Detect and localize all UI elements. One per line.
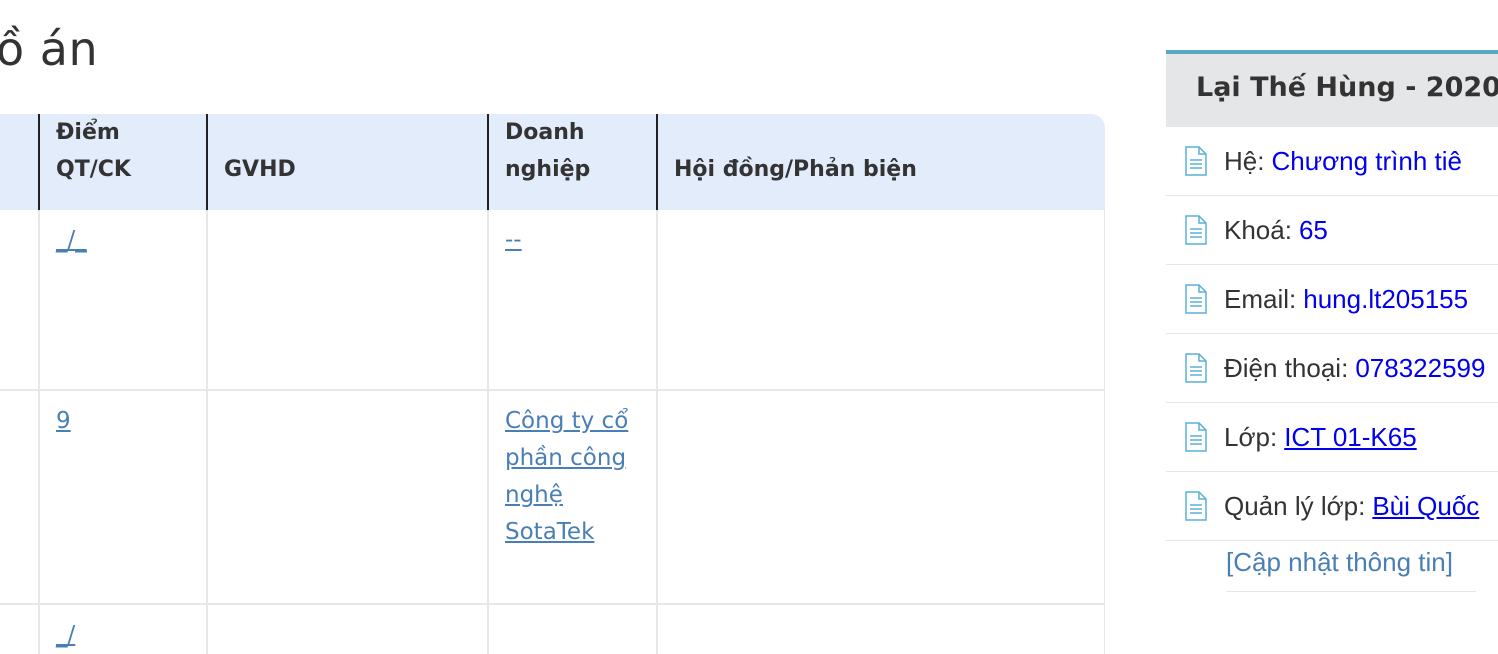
- project-table: Điểm QT/CK GVHD Doanh nghiệp Hội đồng/Ph…: [0, 114, 1105, 654]
- table-cell: 9: [39, 390, 208, 605]
- column-header-doanh-nghiep: Doanh nghiệp: [488, 114, 658, 210]
- table-cell: _/: [39, 604, 208, 654]
- student-info-panel: Lại Thế Hùng - 20205 Hệ: Chương trình ti…: [1166, 50, 1498, 592]
- column-header-hidden: [0, 114, 40, 210]
- table-row: _/_ --: [0, 210, 1105, 391]
- info-label: Quản lý lớp:: [1224, 490, 1366, 521]
- class-link[interactable]: ICT 01-K65: [1284, 422, 1416, 453]
- class-manager-link[interactable]: Bùi Quốc: [1372, 491, 1479, 522]
- table-cell: [657, 604, 1105, 654]
- table-row: 9 Công ty cổ phần công nghệ SotaTek: [0, 390, 1105, 605]
- score-link[interactable]: 9: [56, 408, 71, 434]
- info-label: Khoá:: [1224, 214, 1292, 245]
- info-he: Hệ: Chương trình tiê: [1166, 127, 1498, 196]
- document-icon: [1185, 353, 1207, 383]
- info-label: Hệ:: [1224, 145, 1265, 176]
- document-icon: [1185, 422, 1207, 452]
- info-class: Lớp: ICT 01-K65: [1166, 403, 1498, 472]
- info-value: hung.lt205155: [1303, 283, 1469, 314]
- info-value: 078322599: [1355, 352, 1486, 383]
- table-cell: [207, 210, 489, 391]
- table-cell: [657, 210, 1105, 391]
- table-cell: [488, 604, 658, 654]
- info-class-manager: Quản lý lớp: Bùi Quốc: [1166, 472, 1498, 541]
- student-name-header: Lại Thế Hùng - 20205: [1166, 50, 1498, 127]
- info-label: Lớp:: [1224, 421, 1278, 452]
- info-value: 65: [1298, 214, 1328, 245]
- info-label: Email:: [1224, 283, 1297, 314]
- table-cell: --: [488, 210, 658, 391]
- score-link[interactable]: _/: [56, 622, 75, 648]
- document-icon: [1185, 215, 1207, 245]
- info-khoa: Khoá: 65: [1166, 196, 1498, 265]
- info-label: Điện thoại:: [1224, 352, 1349, 383]
- table-cell: [0, 210, 40, 391]
- document-icon: [1185, 284, 1207, 314]
- page-title: ồ án: [0, 22, 99, 76]
- info-value: Chương trình tiê: [1271, 145, 1463, 176]
- table-row: _/: [0, 604, 1105, 654]
- update-info-link[interactable]: [Cập nhật thông tin]: [1226, 541, 1476, 592]
- table-cell: [0, 390, 40, 605]
- document-icon: [1185, 491, 1207, 521]
- column-header-gvhd: GVHD: [207, 114, 489, 210]
- table-cell: _/_: [39, 210, 208, 391]
- table-cell: Công ty cổ phần công nghệ SotaTek: [488, 390, 658, 605]
- info-email: Email: hung.lt205155: [1166, 265, 1498, 334]
- company-link[interactable]: --: [505, 227, 522, 253]
- column-header-diem: Điểm QT/CK: [39, 114, 208, 210]
- table-header-row: Điểm QT/CK GVHD Doanh nghiệp Hội đồng/Ph…: [0, 114, 1105, 210]
- table-cell: [657, 390, 1105, 605]
- table-cell: [0, 604, 40, 654]
- info-phone: Điện thoại: 078322599: [1166, 334, 1498, 403]
- score-link[interactable]: _/_: [56, 227, 87, 253]
- table-cell: [207, 390, 489, 605]
- company-link[interactable]: Công ty cổ phần công nghệ SotaTek: [505, 408, 628, 545]
- document-icon: [1185, 146, 1207, 176]
- project-table-container: Điểm QT/CK GVHD Doanh nghiệp Hội đồng/Ph…: [0, 114, 1105, 654]
- column-header-hoi-dong: Hội đồng/Phản biện: [657, 114, 1105, 210]
- table-cell: [207, 604, 489, 654]
